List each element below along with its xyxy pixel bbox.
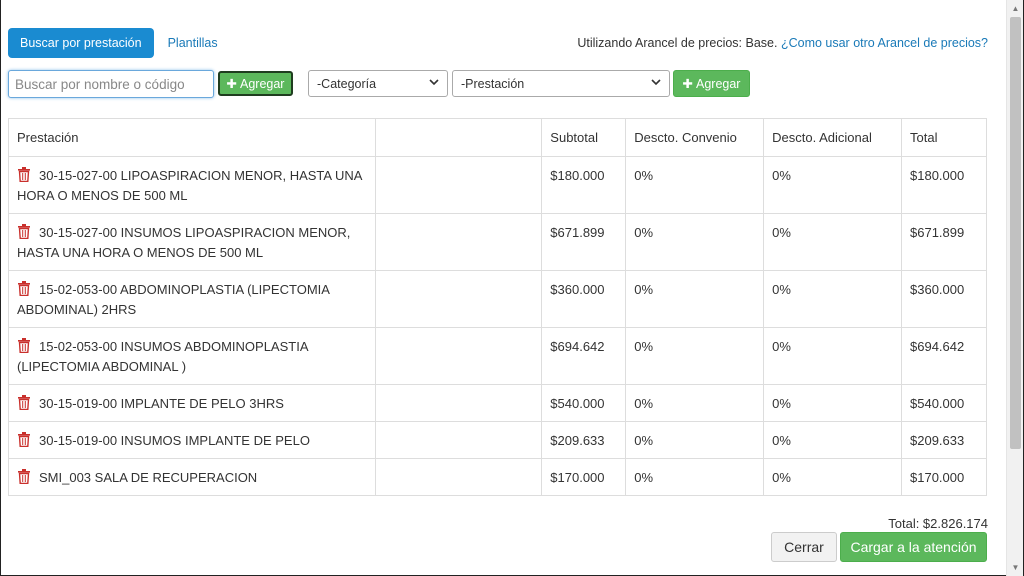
header-prestacion: Prestación [8,118,376,157]
cell-descto-adicional: 0% [763,270,902,328]
prestacion-name: 30-15-027-00 LIPOASPIRACION MENOR, HASTA… [17,168,362,203]
cell-total: $671.899 [901,213,987,271]
trash-icon[interactable] [17,469,31,485]
table-row: 30-15-019-00 INSUMOS IMPLANTE DE PELO $2… [8,421,987,459]
search-mode-tabs: Buscar por prestación Plantillas [8,28,218,58]
cell-empty [374,458,543,496]
cell-descto-adicional: 0% [763,384,902,422]
services-table: Prestación Subtotal Descto. Convenio Des… [8,118,987,496]
service-select-value: -Prestación [461,76,525,91]
cell-descto-convenio: 0% [625,458,765,496]
grand-total: Total: $2.826.174 [888,516,988,531]
trash-icon[interactable] [17,167,31,183]
cell-prestacion: 15-02-053-00 ABDOMINOPLASTIA (LIPECTOMIA… [8,270,376,328]
load-to-attention-button[interactable]: Cargar a la atención [840,532,987,562]
cell-descto-convenio: 0% [625,384,765,422]
plus-icon: ✚ [226,77,237,91]
cell-descto-adicional: 0% [763,421,902,459]
header-empty [374,118,543,157]
arancel-text: Utilizando Arancel de precios: Base. [577,36,778,50]
category-select-value: -Categoría [317,76,377,91]
table-row: 30-15-027-00 LIPOASPIRACION MENOR, HASTA… [8,156,987,214]
cell-prestacion: SMI_003 SALA DE RECUPERACION [8,458,376,496]
service-select[interactable]: -Prestación [452,70,670,97]
cell-subtotal: $360.000 [541,270,627,328]
cell-prestacion: 30-15-019-00 IMPLANTE DE PELO 3HRS [8,384,376,422]
table-header-row: Prestación Subtotal Descto. Convenio Des… [8,118,987,157]
plus-icon: ✚ [682,77,693,91]
cell-empty [374,327,543,385]
trash-icon[interactable] [17,281,31,297]
prestacion-name: 30-15-019-00 IMPLANTE DE PELO 3HRS [39,396,284,411]
prestacion-name: 15-02-053-00 INSUMOS ABDOMINOPLASTIA (LI… [17,339,308,374]
table-row: SMI_003 SALA DE RECUPERACION $170.000 0%… [8,458,987,496]
cell-descto-convenio: 0% [625,421,765,459]
cell-descto-adicional: 0% [763,458,902,496]
table-row: 15-02-053-00 INSUMOS ABDOMINOPLASTIA (LI… [8,327,987,385]
cell-prestacion: 30-15-027-00 LIPOASPIRACION MENOR, HASTA… [8,156,376,214]
search-input[interactable] [8,70,214,98]
trash-icon[interactable] [17,432,31,448]
cell-prestacion: 30-15-027-00 INSUMOS LIPOASPIRACION MENO… [8,213,376,271]
search-add-label: Agregar [240,76,285,91]
cell-subtotal: $671.899 [541,213,627,271]
table-row: 30-15-019-00 IMPLANTE DE PELO 3HRS $540.… [8,384,987,422]
vertical-scrollbar[interactable]: ▲ ▼ [1006,0,1023,576]
cell-descto-convenio: 0% [625,327,765,385]
trash-icon[interactable] [17,338,31,354]
tab-plantillas[interactable]: Plantillas [168,36,218,50]
header-descto-convenio: Descto. Convenio [625,118,765,157]
tab-buscar-por-prestacion[interactable]: Buscar por prestación [8,28,154,58]
cell-total: $209.633 [901,421,987,459]
cell-empty [374,421,543,459]
cell-prestacion: 15-02-053-00 INSUMOS ABDOMINOPLASTIA (LI… [8,327,376,385]
cell-subtotal: $170.000 [541,458,627,496]
table-row: 30-15-027-00 INSUMOS LIPOASPIRACION MENO… [8,213,987,271]
cell-subtotal: $540.000 [541,384,627,422]
cell-prestacion: 30-15-019-00 INSUMOS IMPLANTE DE PELO [8,421,376,459]
category-select[interactable]: -Categoría [308,70,448,97]
cell-empty [374,213,543,271]
search-add-button[interactable]: ✚ Agregar [218,71,293,96]
cell-subtotal: $209.633 [541,421,627,459]
chevron-down-icon [651,78,661,89]
prestacion-name: 30-15-019-00 INSUMOS IMPLANTE DE PELO [39,433,310,448]
cell-subtotal: $694.642 [541,327,627,385]
arancel-info: Utilizando Arancel de precios: Base. ¿Co… [577,36,988,50]
prestacion-name: SMI_003 SALA DE RECUPERACION [39,470,258,485]
trash-icon[interactable] [17,224,31,240]
cell-descto-adicional: 0% [763,327,902,385]
scroll-thumb[interactable] [1010,17,1021,449]
cell-total: $540.000 [901,384,987,422]
arancel-help-link[interactable]: ¿Como usar otro Arancel de precios? [781,36,988,50]
cell-total: $694.642 [901,327,987,385]
cell-empty [374,384,543,422]
cell-descto-convenio: 0% [625,270,765,328]
header-descto-adicional: Descto. Adicional [763,118,902,157]
filter-add-button[interactable]: ✚ Agregar [673,70,750,97]
cell-total: $180.000 [901,156,987,214]
prestacion-name: 30-15-027-00 INSUMOS LIPOASPIRACION MENO… [17,225,351,260]
scroll-up-arrow-icon[interactable]: ▲ [1007,0,1024,17]
cell-descto-adicional: 0% [763,213,902,271]
header-subtotal: Subtotal [541,118,627,157]
scroll-down-arrow-icon[interactable]: ▼ [1007,559,1024,576]
table-row: 15-02-053-00 ABDOMINOPLASTIA (LIPECTOMIA… [8,270,987,328]
prestacion-name: 15-02-053-00 ABDOMINOPLASTIA (LIPECTOMIA… [17,282,330,317]
cell-descto-convenio: 0% [625,156,765,214]
cell-empty [374,156,543,214]
filter-add-label: Agregar [696,76,741,91]
chevron-down-icon [429,78,439,89]
cell-descto-adicional: 0% [763,156,902,214]
cell-total: $360.000 [901,270,987,328]
cell-total: $170.000 [901,458,987,496]
cell-empty [374,270,543,328]
cell-descto-convenio: 0% [625,213,765,271]
close-button[interactable]: Cerrar [771,532,837,562]
trash-icon[interactable] [17,395,31,411]
cell-subtotal: $180.000 [541,156,627,214]
header-total: Total [901,118,987,157]
